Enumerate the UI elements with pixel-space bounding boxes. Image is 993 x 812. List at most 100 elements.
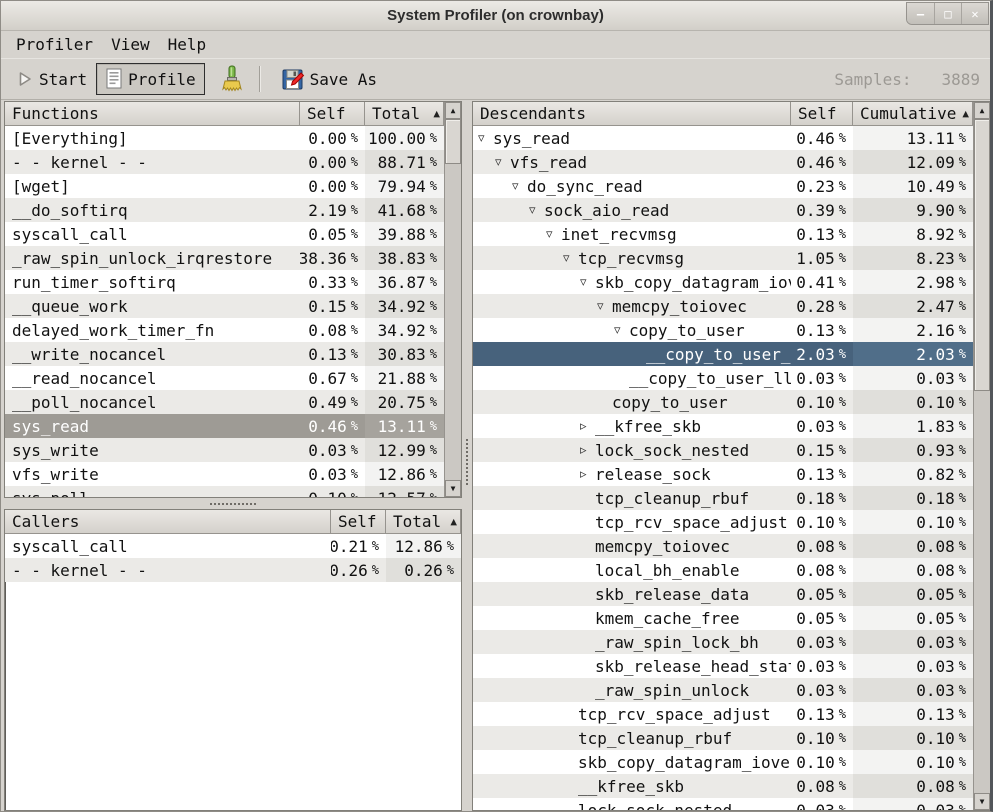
minimize-icon: –: [917, 7, 924, 21]
tree-expander-icon[interactable]: ▿: [580, 275, 595, 290]
descendant-row[interactable]: ▹ __kfree_skb 0.03% 1.83%: [473, 414, 990, 438]
tree-expander-icon[interactable]: ▿: [529, 203, 544, 218]
caller-row[interactable]: - - kernel - - 0.26% 0.26%: [5, 558, 461, 582]
function-row[interactable]: __do_softirq 2.19% 41.68%: [5, 198, 461, 222]
tree-expander-icon[interactable]: ▹: [580, 419, 595, 434]
profile-button[interactable]: Profile: [96, 63, 204, 95]
function-row[interactable]: __write_nocancel 0.13% 30.83%: [5, 342, 461, 366]
function-row[interactable]: vfs_write 0.03% 12.86%: [5, 462, 461, 486]
descendant-row[interactable]: __copy_to_user_ll 0.03% 0.03%: [473, 366, 990, 390]
descendant-row[interactable]: __kfree_skb 0.08% 0.08%: [473, 774, 990, 798]
callers-self-column-header[interactable]: Self: [331, 510, 386, 534]
minimize-button[interactable]: –: [907, 3, 934, 24]
descendant-row[interactable]: ▿ do_sync_read 0.23% 10.49%: [473, 174, 990, 198]
function-row[interactable]: [wget] 0.00% 79.94%: [5, 174, 461, 198]
descendant-row[interactable]: ▿ sock_aio_read 0.39% 9.90%: [473, 198, 990, 222]
profile-label: Profile: [128, 70, 195, 89]
descendant-row[interactable]: copy_to_user 0.10% 0.10%: [473, 390, 990, 414]
scroll-down-icon: ▼: [980, 797, 985, 806]
descendants-self-column-header[interactable]: Self: [791, 102, 853, 126]
scroll-up-icon: ▲: [451, 106, 456, 115]
function-row[interactable]: __read_nocancel 0.67% 21.88%: [5, 366, 461, 390]
function-row[interactable]: sys_poll 0.10% 12.57%: [5, 486, 461, 497]
start-label: Start: [39, 70, 87, 89]
descendant-row[interactable]: tcp_cleanup_rbuf 0.10% 0.10%: [473, 726, 990, 750]
tree-expander-icon[interactable]: ▹: [580, 467, 595, 482]
functions-self-column-header[interactable]: Self: [300, 102, 365, 126]
sort-ascending-icon: ▲: [962, 107, 972, 120]
descendant-row[interactable]: memcpy_toiovec 0.08% 0.08%: [473, 534, 990, 558]
tree-expander-icon[interactable]: ▿: [563, 251, 578, 266]
descendant-row[interactable]: local_bh_enable 0.08% 0.08%: [473, 558, 990, 582]
scroll-down-button[interactable]: ▼: [445, 480, 461, 497]
function-row[interactable]: _raw_spin_unlock_irqrestore 38.36% 38.83…: [5, 246, 461, 270]
descendants-cumulative-column-header[interactable]: Cumulative▲: [853, 102, 973, 126]
close-button[interactable]: ✕: [961, 3, 988, 24]
menu-view[interactable]: View: [102, 32, 159, 57]
scroll-down-button[interactable]: ▼: [974, 793, 990, 810]
tree-expander-icon[interactable]: ▿: [614, 323, 629, 338]
function-row[interactable]: delayed_work_timer_fn 0.08% 34.92%: [5, 318, 461, 342]
caller-row[interactable]: syscall_call 0.21% 12.86%: [5, 534, 461, 558]
sort-ascending-icon: ▲: [433, 107, 443, 120]
function-row[interactable]: sys_read 0.46% 13.11%: [5, 414, 461, 438]
descendant-row[interactable]: __copy_to_user_ll 2.03% 2.03%: [473, 342, 990, 366]
splitter-grip: [210, 503, 256, 505]
tree-expander-icon[interactable]: ▿: [597, 299, 612, 314]
function-row[interactable]: - - kernel - - 0.00% 88.71%: [5, 150, 461, 174]
descendant-row[interactable]: ▹ lock_sock_nested 0.15% 0.93%: [473, 438, 990, 462]
scroll-up-button[interactable]: ▲: [445, 102, 461, 119]
tree-expander-icon[interactable]: ▿: [512, 179, 527, 194]
scrollbar-thumb[interactable]: [974, 119, 990, 391]
function-row[interactable]: [Everything] 0.00% 100.00%: [5, 126, 461, 150]
functions-total-column-header[interactable]: Total▲: [365, 102, 444, 126]
menu-help[interactable]: Help: [159, 32, 216, 57]
window-controls: – □ ✕: [906, 2, 989, 25]
tree-expander-icon[interactable]: ▿: [495, 155, 510, 170]
descendant-row[interactable]: tcp_rcv_space_adjust 0.13% 0.13%: [473, 702, 990, 726]
titlebar[interactable]: System Profiler (on crownbay) – □ ✕: [1, 1, 990, 31]
descendant-row[interactable]: ▿ memcpy_toiovec 0.28% 2.47%: [473, 294, 990, 318]
splitter-grip: [466, 439, 468, 485]
function-row[interactable]: sys_write 0.03% 12.99%: [5, 438, 461, 462]
descendant-row[interactable]: ▿ sys_read 0.46% 13.11%: [473, 126, 990, 150]
function-row[interactable]: run_timer_softirq 0.33% 36.87%: [5, 270, 461, 294]
samples-label: Samples:: [834, 70, 911, 89]
descendant-row[interactable]: tcp_rcv_space_adjust 0.10% 0.10%: [473, 510, 990, 534]
maximize-button[interactable]: □: [934, 3, 961, 24]
tree-expander-icon[interactable]: ▿: [546, 227, 561, 242]
descendant-row[interactable]: tcp_cleanup_rbuf 0.18% 0.18%: [473, 486, 990, 510]
function-row[interactable]: __queue_work 0.15% 34.92%: [5, 294, 461, 318]
descendant-row[interactable]: lock_sock_nested 0.03% 0.03%: [473, 798, 990, 810]
scroll-up-button[interactable]: ▲: [974, 102, 990, 119]
window-title: System Profiler (on crownbay): [387, 7, 604, 24]
function-row[interactable]: syscall_call 0.05% 39.88%: [5, 222, 461, 246]
descendant-row[interactable]: ▿ tcp_recvmsg 1.05% 8.23%: [473, 246, 990, 270]
callers-total-column-header[interactable]: Total▲: [386, 510, 461, 534]
descendant-row[interactable]: skb_copy_datagram_iovec 0.10% 0.10%: [473, 750, 990, 774]
descendant-row[interactable]: ▿ skb_copy_datagram_iov… 0.41% 2.98%: [473, 270, 990, 294]
descendant-row[interactable]: kmem_cache_free 0.05% 0.05%: [473, 606, 990, 630]
descendant-row[interactable]: ▿ inet_recvmsg 0.13% 8.92%: [473, 222, 990, 246]
function-row[interactable]: __poll_nocancel 0.49% 20.75%: [5, 390, 461, 414]
descendant-row[interactable]: ▿ copy_to_user 0.13% 2.16%: [473, 318, 990, 342]
tree-expander-icon[interactable]: ▿: [478, 131, 493, 146]
callers-column-header[interactable]: Callers: [5, 510, 331, 534]
descendant-row[interactable]: skb_release_data 0.05% 0.05%: [473, 582, 990, 606]
descendant-row[interactable]: skb_release_head_state 0.03% 0.03%: [473, 654, 990, 678]
tree-expander-icon[interactable]: ▹: [580, 443, 595, 458]
descendant-row[interactable]: _raw_spin_lock_bh 0.03% 0.03%: [473, 630, 990, 654]
menu-profiler[interactable]: Profiler: [7, 32, 102, 57]
descendant-row[interactable]: ▿ vfs_read 0.46% 12.09%: [473, 150, 990, 174]
vertical-pane-splitter[interactable]: [462, 101, 472, 811]
horizontal-pane-splitter[interactable]: [4, 498, 462, 509]
start-button[interactable]: Start: [7, 65, 96, 94]
clear-button[interactable]: [211, 60, 253, 98]
toolbar-separator: [259, 66, 260, 92]
save-as-button[interactable]: Save As: [272, 62, 386, 96]
descendant-row[interactable]: _raw_spin_unlock 0.03% 0.03%: [473, 678, 990, 702]
functions-column-header[interactable]: Functions: [5, 102, 300, 126]
scrollbar-thumb[interactable]: [445, 119, 461, 164]
descendants-column-header[interactable]: Descendants: [473, 102, 791, 126]
descendant-row[interactable]: ▹ release_sock 0.13% 0.82%: [473, 462, 990, 486]
